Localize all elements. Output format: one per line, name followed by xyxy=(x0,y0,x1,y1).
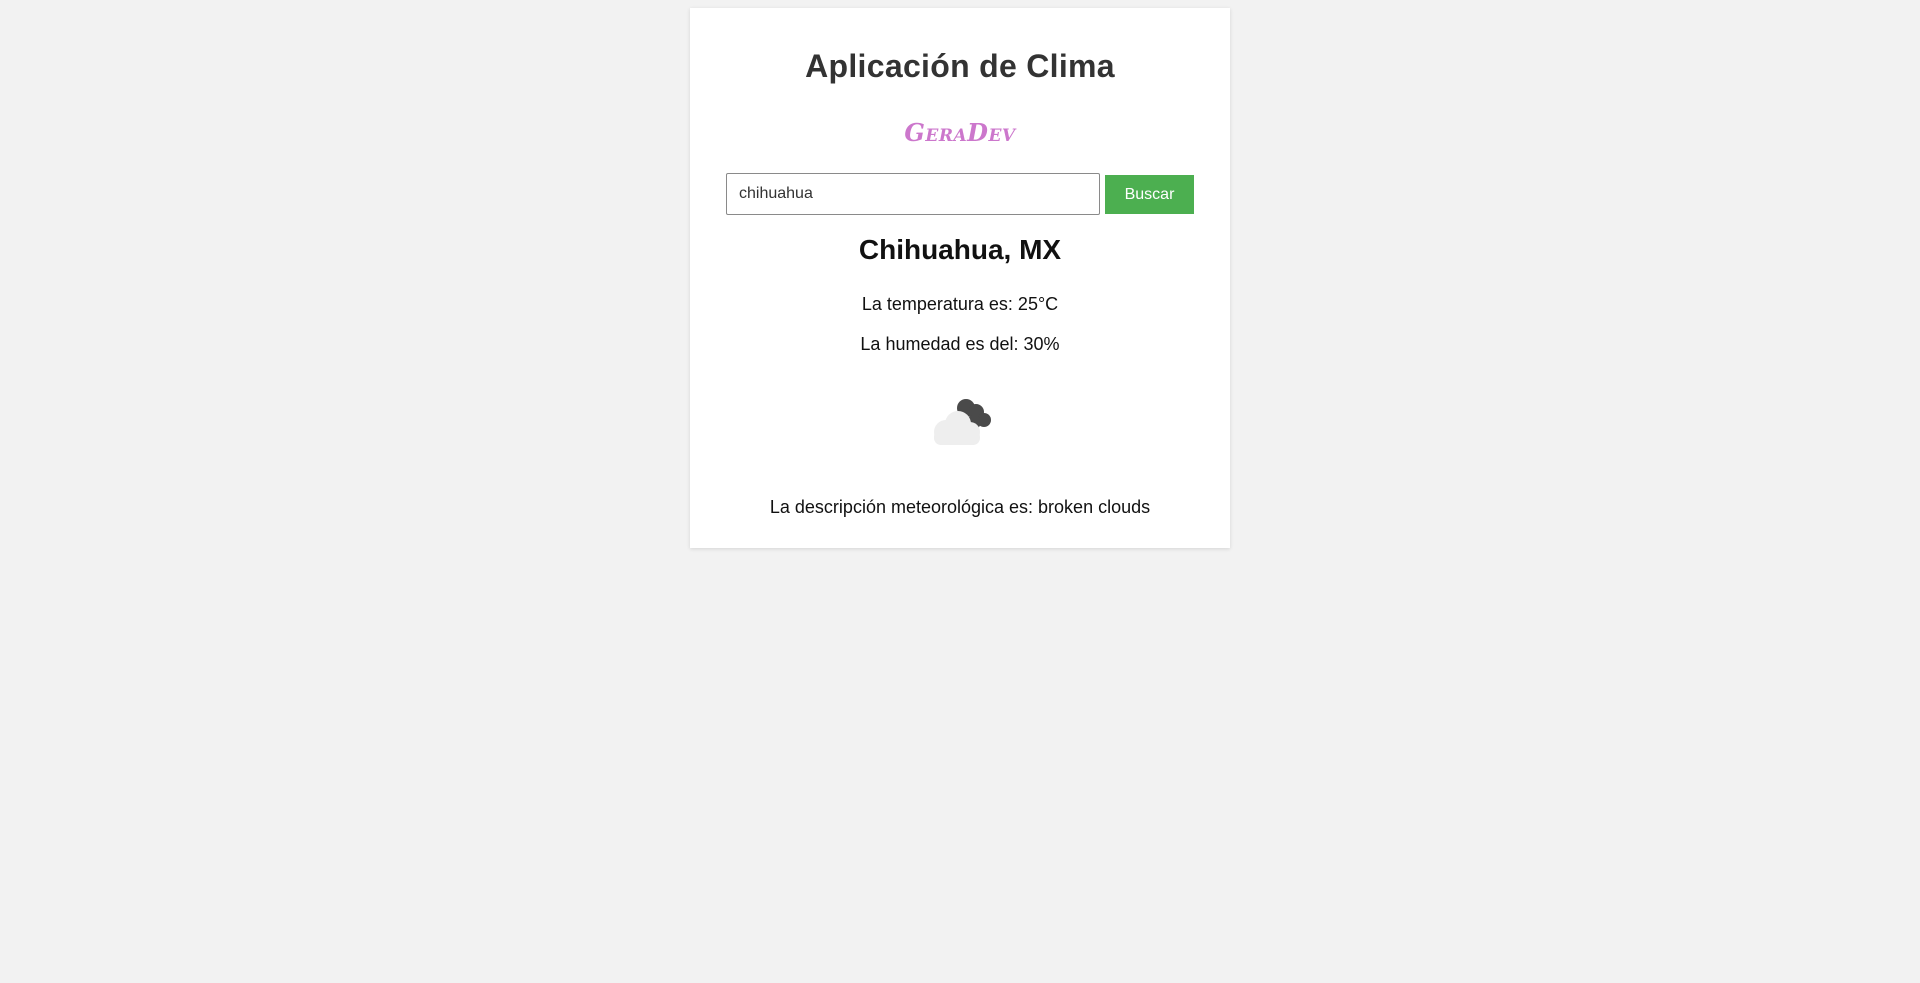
app-title: Aplicación de Clima xyxy=(805,48,1115,84)
humidity-text: La humedad es del: 30% xyxy=(860,334,1060,354)
search-button[interactable]: Buscar xyxy=(1105,175,1194,214)
city-name: Chihuahua, MX xyxy=(858,234,1062,265)
weather-card: Aplicación de Clima GeraDev Buscar Chihu… xyxy=(690,8,1230,548)
brand-logo: GeraDev xyxy=(904,118,1016,147)
city-search-input[interactable] xyxy=(726,173,1100,215)
broken-clouds-icon xyxy=(922,390,1002,450)
temperature-text: La temperatura es: 25°C xyxy=(861,294,1059,314)
search-bar: Buscar xyxy=(726,165,1196,215)
weather-description: La descripción meteorológica es: broken … xyxy=(769,497,1151,517)
